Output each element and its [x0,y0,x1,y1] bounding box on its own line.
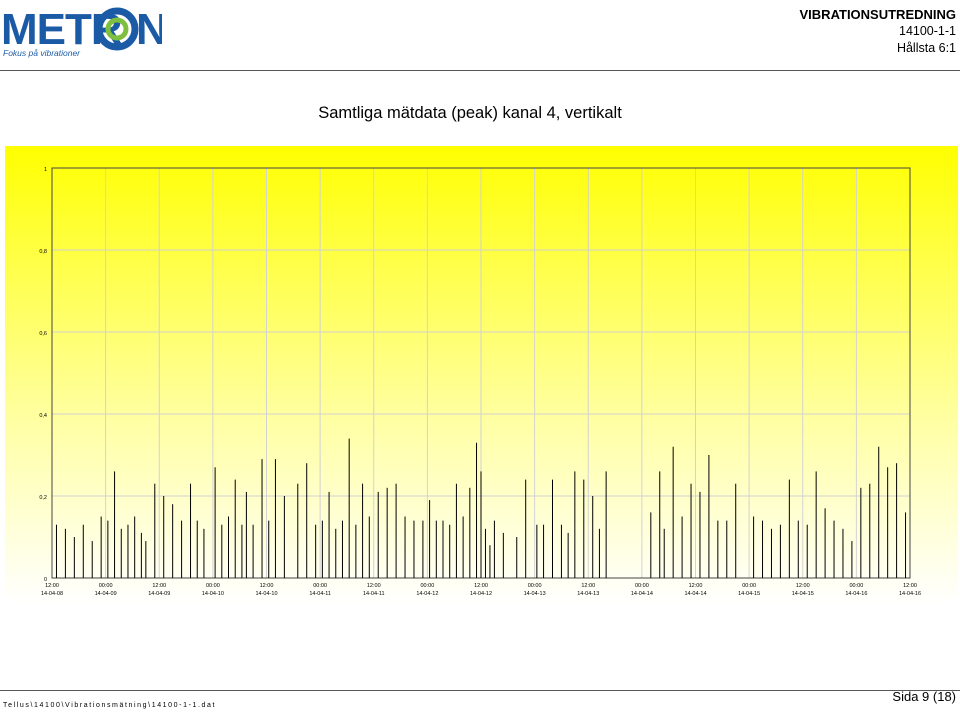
x-tick-date: 14-04-15 [792,591,814,597]
x-tick-date: 14-04-10 [255,591,277,597]
x-tick-date: 14-04-11 [309,591,331,597]
report-title: VIBRATIONSUTREDNING [799,7,956,22]
x-tick-time: 00:00 [742,583,756,589]
x-tick-date: 14-04-12 [416,591,438,597]
x-tick-time: 12:00 [796,583,810,589]
x-tick-time: 00:00 [849,583,863,589]
logo-wordmark-right: N [136,5,162,54]
page-number: Sida 9 (18) [892,689,956,704]
x-tick-date: 14-04-10 [202,591,224,597]
x-tick-date: 14-04-16 [845,591,867,597]
logo-tagline: Fokus på vibrationer [3,48,81,58]
x-tick-time: 00:00 [528,583,542,589]
x-tick-time: 12:00 [903,583,917,589]
x-tick-date: 14-04-13 [524,591,546,597]
y-tick-label: 0,8 [39,249,47,255]
report-location: Hållsta 6:1 [896,41,956,55]
x-tick-time: 00:00 [206,583,220,589]
header-divider [0,70,960,71]
x-tick-date: 14-04-11 [363,591,385,597]
x-tick-time: 12:00 [474,583,488,589]
x-tick-date: 14-04-12 [470,591,492,597]
x-tick-date: 14-04-09 [148,591,170,597]
metron-logo: METR N Fokus på vibrationer [1,5,162,58]
footer-file-path: Tellus\14100\Vibrationsmätning\14100-1-1… [3,702,217,709]
x-tick-time: 12:00 [367,583,381,589]
x-tick-time: 12:00 [45,583,59,589]
x-tick-time: 12:00 [260,583,274,589]
peak-chart: 00,20,40,60,8112:0014-04-0800:0014-04-09… [39,167,921,597]
x-tick-date: 14-04-13 [577,591,599,597]
x-tick-date: 14-04-14 [631,591,653,597]
report-header: VIBRATIONSUTREDNING 14100-1-1 Hållsta 6:… [800,6,956,57]
x-tick-time: 12:00 [581,583,595,589]
y-tick-label: 0,4 [39,413,47,419]
x-tick-time: 00:00 [99,583,113,589]
footer-divider [0,690,960,691]
x-tick-date: 14-04-14 [684,591,706,597]
x-tick-date: 14-04-16 [899,591,921,597]
x-tick-time: 12:00 [152,583,166,589]
x-tick-date: 14-04-09 [95,591,117,597]
x-tick-date: 14-04-15 [738,591,760,597]
chart-area: 0 0,2 0,4 0,6 0,8 1 12:00 14-04-08 00:00 14-04-09… [5,146,958,604]
page-title: Samtliga mätdata (peak) kanal 4, vertika… [318,104,622,122]
x-tick-time: 00:00 [313,583,327,589]
x-tick-time: 00:00 [420,583,434,589]
x-tick-time: 12:00 [689,583,703,589]
y-tick-label: 0,6 [39,331,47,337]
x-tick-time: 00:00 [635,583,649,589]
y-tick-label: 1 [44,167,47,173]
x-tick-date: 14-04-08 [41,591,63,597]
y-tick-label: 0,2 [39,495,47,501]
report-number: 14100-1-1 [899,24,956,38]
